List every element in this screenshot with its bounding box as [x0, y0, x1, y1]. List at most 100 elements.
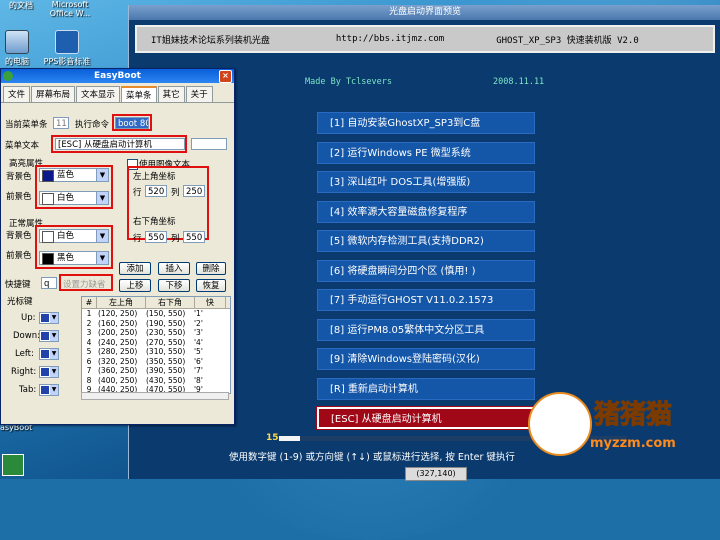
chevron-down-icon: ▼: [50, 331, 58, 341]
tab-file[interactable]: 文件: [3, 86, 31, 102]
table-row[interactable]: 1 (120, 250) (150, 550) '1': [82, 309, 230, 319]
key-tab-select[interactable]: ▼: [39, 384, 59, 396]
move-up-button[interactable]: 上移: [119, 279, 151, 292]
table-row[interactable]: 6 (320, 250) (350, 550) '6': [82, 357, 230, 367]
made-by-text: Made By Tclsevers: [305, 77, 392, 87]
watermark-url: myzzm.com: [590, 436, 676, 451]
normal-bg-select[interactable]: 白色 ▼: [39, 229, 109, 243]
table-horizontal-scrollbar[interactable]: [81, 392, 229, 400]
chevron-down-icon: ▼: [50, 349, 58, 359]
watermark-logo: 猪猪猫 myzzm.com: [528, 392, 718, 472]
excel-icon[interactable]: [2, 454, 24, 476]
exec-command-field[interactable]: boot 80: [115, 117, 149, 129]
pps-player-icon: [55, 30, 79, 54]
table-row[interactable]: 8 (400, 250) (430, 550) '8': [82, 376, 230, 386]
desktop-icon-pps[interactable]: PPS影音标准: [42, 30, 92, 67]
chevron-down-icon: ▼: [96, 230, 108, 242]
table-cell: '5': [194, 347, 203, 356]
desktop-icon-office[interactable]: Microsoft Office W...: [40, 0, 100, 18]
insert-button[interactable]: 插入: [158, 262, 190, 275]
chevron-down-icon: ▼: [96, 252, 108, 264]
boot-menu-item[interactable]: [2] 运行Windows PE 微型系统: [317, 141, 535, 164]
table-cell: '6': [194, 356, 203, 366]
tab-text[interactable]: 文本显示: [76, 86, 121, 102]
menu-items-table[interactable]: # 左上角 右下角 快 1 (120, 250) (150, 550) '1' 2 (16…: [81, 296, 231, 394]
countdown-number: 15: [266, 433, 279, 443]
table-row[interactable]: 3 (200, 250) (230, 550) '3': [82, 328, 230, 338]
table-cell: (310, 550): [146, 347, 186, 356]
tab-menubar[interactable]: 菜单条: [121, 86, 157, 102]
color-swatch: [42, 193, 54, 205]
boot-menu-item[interactable]: [R] 重新启动计算机: [317, 377, 535, 400]
desktop-icon-label: 的电脑: [5, 57, 29, 66]
table-row[interactable]: 5 (280, 250) (310, 550) '5': [82, 347, 230, 357]
normal-fg-select[interactable]: 黑色 ▼: [39, 251, 109, 265]
col-header[interactable]: #: [82, 297, 97, 308]
desktop-icon-label: 的文档: [9, 1, 33, 10]
col-header[interactable]: 快: [195, 297, 226, 308]
desktop-icon-documents[interactable]: 的文档: [2, 0, 40, 11]
hl-fg-label: 前景色: [6, 192, 32, 202]
boot-menu-item[interactable]: [4] 效率源大容量磁盘修复程序: [317, 200, 535, 223]
select-value: 白色: [57, 231, 75, 241]
table-cell: '7': [194, 366, 203, 375]
key-down-select[interactable]: ▼: [39, 330, 59, 342]
window-titlebar[interactable]: EasyBoot ×: [1, 69, 234, 83]
boot-menu-item[interactable]: [6] 将硬盘瞬间分四个区 (慎用! ): [317, 259, 535, 282]
hotkey-field[interactable]: q: [41, 277, 57, 289]
current-menu-field[interactable]: 11: [53, 117, 69, 129]
set-default-button[interactable]: 设置力缺省: [63, 278, 106, 290]
chevron-down-icon: ▼: [50, 385, 58, 395]
tab-other[interactable]: 其它: [157, 86, 185, 102]
boot-menu-item[interactable]: [8] 运行PM8.05繁体中文分区工具: [317, 318, 535, 341]
col-header[interactable]: 左上角: [97, 297, 146, 308]
exec-command-label: 执行命令: [75, 120, 110, 130]
key-up-select[interactable]: ▼: [39, 312, 59, 324]
top-left-row-field[interactable]: 520: [145, 185, 167, 197]
col-header[interactable]: 右下角: [146, 297, 195, 308]
restore-button[interactable]: 恢复: [196, 279, 226, 292]
boot-menu-item[interactable]: [1] 自动安装GhostXP_SP3到C盘: [317, 112, 535, 134]
delete-button[interactable]: 删除: [196, 262, 226, 275]
boot-menu-item-selected[interactable]: [ESC] 从硬盘启动计算机: [316, 406, 536, 430]
instruction-hint: 使用数字键 (1-9) 或方向键 (↑↓) 或鼠标进行选择, 按 Enter 键…: [229, 452, 515, 463]
table-cell: (390, 550): [146, 366, 186, 375]
table-cell: '8': [194, 375, 203, 385]
table-row[interactable]: 4 (240, 250) (270, 550) '4': [82, 338, 230, 348]
color-swatch: [42, 231, 54, 243]
key-right-select[interactable]: ▼: [39, 366, 59, 378]
close-icon[interactable]: ×: [219, 70, 232, 83]
key-up-label: Up:: [21, 313, 36, 323]
table-cell: 1: [86, 309, 92, 318]
key-swatch: [41, 314, 49, 322]
highlight-bg-select[interactable]: 蓝色 ▼: [39, 168, 109, 182]
boot-menu-item[interactable]: [5] 微软内存检测工具(支持DDR2): [317, 230, 535, 252]
tab-about[interactable]: 关于: [185, 86, 213, 102]
chevron-down-icon: ▼: [50, 313, 58, 323]
highlight-fg-select[interactable]: 白色 ▼: [39, 191, 109, 205]
boot-menu-item[interactable]: [9] 清除Windows登陆密码(汉化): [317, 348, 535, 370]
boot-menu-item[interactable]: [3] 深山红叶 DOS工具(增强版): [317, 171, 535, 193]
table-cell: (120, 250): [98, 309, 138, 318]
row-label: 行: [133, 188, 142, 198]
table-row[interactable]: 2 (160, 250) (190, 550) '2': [82, 319, 230, 329]
watermark-cn: 猪猪猫: [593, 400, 673, 431]
bottom-right-row-field[interactable]: 550: [145, 231, 167, 243]
chevron-down-icon: ▼: [50, 367, 58, 377]
table-cell: 5: [86, 347, 92, 356]
desktop-icon-my-computer[interactable]: 的电脑: [0, 30, 34, 67]
col-label: 列: [171, 188, 180, 198]
key-left-select[interactable]: ▼: [39, 348, 59, 360]
add-button[interactable]: 添加: [119, 262, 151, 275]
move-down-button[interactable]: 下移: [158, 279, 190, 292]
tab-layout[interactable]: 屏幕布局: [31, 86, 76, 102]
menu-text-field[interactable]: [ESC] 从硬盘启动计算机: [55, 138, 185, 150]
key-left-label: Left:: [15, 349, 34, 359]
boot-menu-item[interactable]: [7] 手动运行GHOST V11.0.2.1573: [317, 289, 535, 311]
bottom-right-col-field[interactable]: 550: [183, 231, 205, 243]
chevron-down-icon: ▼: [96, 169, 108, 181]
menu-text-extra-field[interactable]: [191, 138, 227, 150]
table-row[interactable]: 7 (360, 250) (390, 550) '7': [82, 366, 230, 376]
table-cell: (360, 250): [98, 366, 138, 375]
top-left-col-field[interactable]: 250: [183, 185, 205, 197]
